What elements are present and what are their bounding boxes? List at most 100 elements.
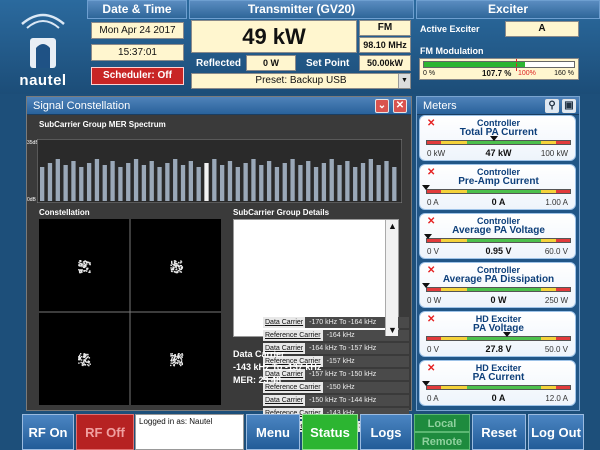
meter-card[interactable]: ✕ HD Exciter PA Current 0 A0 A 12.0 A: [419, 360, 576, 406]
signal-constellation-panel: Signal Constellation ⌄ ✕ SubCarrier Grou…: [26, 96, 412, 432]
mer-bar: [165, 163, 170, 201]
constellation-point: [180, 361, 182, 364]
constellation-point: [178, 360, 180, 362]
close-icon[interactable]: ✕: [393, 99, 407, 113]
constellation-point: [86, 263, 88, 265]
constellation-point: [79, 271, 81, 274]
fm-modulation-bar: [423, 59, 575, 71]
constellation-point: [174, 356, 176, 358]
constellation-point: [78, 264, 81, 266]
constellation-point: [173, 261, 176, 264]
preset-select[interactable]: Preset: Backup USB ▼: [191, 73, 411, 89]
active-exciter-value[interactable]: A: [505, 21, 579, 37]
constellation-point: [180, 364, 182, 366]
constellation-point: [87, 261, 89, 264]
constellation-point: [176, 356, 179, 358]
constellation-point: [177, 357, 180, 360]
constellation-point: [178, 353, 180, 355]
mer-bar: [180, 165, 186, 201]
constellation-point: [175, 268, 178, 270]
constellation-point: [86, 268, 88, 270]
carrier-range: -150 kHz To -144 kHz: [309, 397, 377, 404]
constellation-point: [85, 270, 88, 272]
search-icon[interactable]: ⚲: [545, 99, 559, 113]
rf-off-button[interactable]: RF Off: [76, 414, 134, 450]
setpoint-value[interactable]: 50.00kW: [359, 55, 411, 71]
fm-modulation-meter: 0 % 107.7 % 100% 160 %: [419, 58, 579, 80]
constellation-point: [83, 361, 85, 363]
logs-button[interactable]: Logs: [360, 414, 412, 450]
save-icon[interactable]: ▣: [562, 99, 576, 113]
constellation-point: [171, 268, 173, 270]
meters-title: Meters: [423, 100, 457, 112]
mer-bar: [47, 163, 53, 201]
mer-bar: [196, 167, 201, 201]
collapse-icon[interactable]: ⌄: [375, 99, 389, 113]
date-time-header: Date & Time: [87, 0, 187, 19]
meter-bar: [426, 189, 571, 194]
fm-modulation-label: FM Modulation: [420, 46, 484, 56]
mode-display: FM: [359, 20, 411, 36]
meters-header: Meters ⚲ ▣: [417, 97, 579, 115]
mer-bar: [360, 163, 366, 201]
status-button[interactable]: Status: [302, 414, 358, 450]
carrier-range: -150 kHz: [326, 384, 355, 391]
mer-bar: [133, 159, 139, 201]
remote-button[interactable]: Remote: [414, 432, 470, 450]
constellation-point: [179, 357, 181, 359]
constellation-point: [170, 364, 172, 367]
list-scrollbar[interactable]: ▲ ▼: [385, 220, 398, 336]
meter-card[interactable]: ✕ Controller Average PA Voltage 0 V 0.95 V 60…: [419, 213, 576, 259]
constellation-point: [87, 354, 89, 356]
meter-pointer: [502, 332, 511, 337]
constellation-point: [174, 271, 176, 273]
meter-card[interactable]: ✕ Controller Total PA Current 0 kW 47 kW 100 …: [419, 115, 576, 161]
logout-button[interactable]: Log Out: [528, 414, 584, 450]
constellation-point: [80, 359, 83, 361]
meter-bar: [426, 140, 571, 145]
reset-button[interactable]: Reset: [472, 414, 526, 450]
selected-carrier-mer: MER: 23.48: [233, 375, 282, 385]
constellation-point: [80, 361, 82, 364]
meter-card[interactable]: ✕ HD Exciter PA Voltage 0 V 27.8 V 50.0 V: [419, 311, 576, 357]
constellation-point: [88, 364, 90, 367]
fm-mod-high: 160 %: [554, 70, 574, 77]
constellation-point: [174, 354, 176, 356]
constellation-point: [176, 362, 179, 365]
time-display: 15:37:01: [91, 44, 184, 61]
meter-name: PA Voltage: [473, 323, 524, 334]
chevron-down-icon[interactable]: ▼: [398, 74, 410, 88]
mer-bar: [384, 161, 389, 201]
meter-card[interactable]: ✕ Controller Average PA Dissipation 0 W0 W2…: [419, 262, 576, 308]
constellation-point: [177, 264, 179, 267]
mer-bar: [79, 167, 84, 201]
mer-bar: [173, 159, 178, 201]
mer-bottom-label: 0dB: [27, 197, 36, 203]
rf-on-button[interactable]: RF On: [22, 414, 74, 450]
mer-bar: [149, 161, 154, 201]
constellation-point: [179, 270, 181, 273]
constellation-point: [83, 353, 85, 355]
preset-label: Preset: Backup USB: [255, 75, 347, 86]
mer-bar: [55, 159, 60, 201]
scroll-up-icon[interactable]: ▲: [386, 221, 399, 231]
panel-title: Signal Constellation: [33, 100, 131, 112]
mer-bar: [40, 167, 45, 201]
meter-name: Average PA Voltage: [452, 225, 545, 236]
reflected-value: 0 W: [246, 55, 296, 71]
scheduler-button[interactable]: Scheduler: Off: [91, 67, 184, 85]
carrier-range: -157 kHz: [326, 358, 355, 365]
list-item[interactable]: Data Carrier -150 kHz To -144 kHz: [263, 395, 409, 406]
mer-bar: [266, 161, 272, 201]
local-button[interactable]: Local: [414, 414, 470, 432]
scroll-down-icon[interactable]: ▼: [386, 325, 399, 335]
mer-bar: [306, 161, 311, 201]
meter-card[interactable]: ✕ Controller Pre-Amp Current 0 A0 A 1.00 A: [419, 164, 576, 210]
constellation-plot: [39, 219, 221, 405]
mer-bar: [321, 163, 327, 201]
meter-high: 50.0 V: [544, 345, 568, 354]
constellation-point: [88, 357, 91, 359]
constellation-point: [179, 264, 182, 267]
meter-bar: [426, 385, 571, 390]
menu-button[interactable]: Menu: [246, 414, 300, 450]
